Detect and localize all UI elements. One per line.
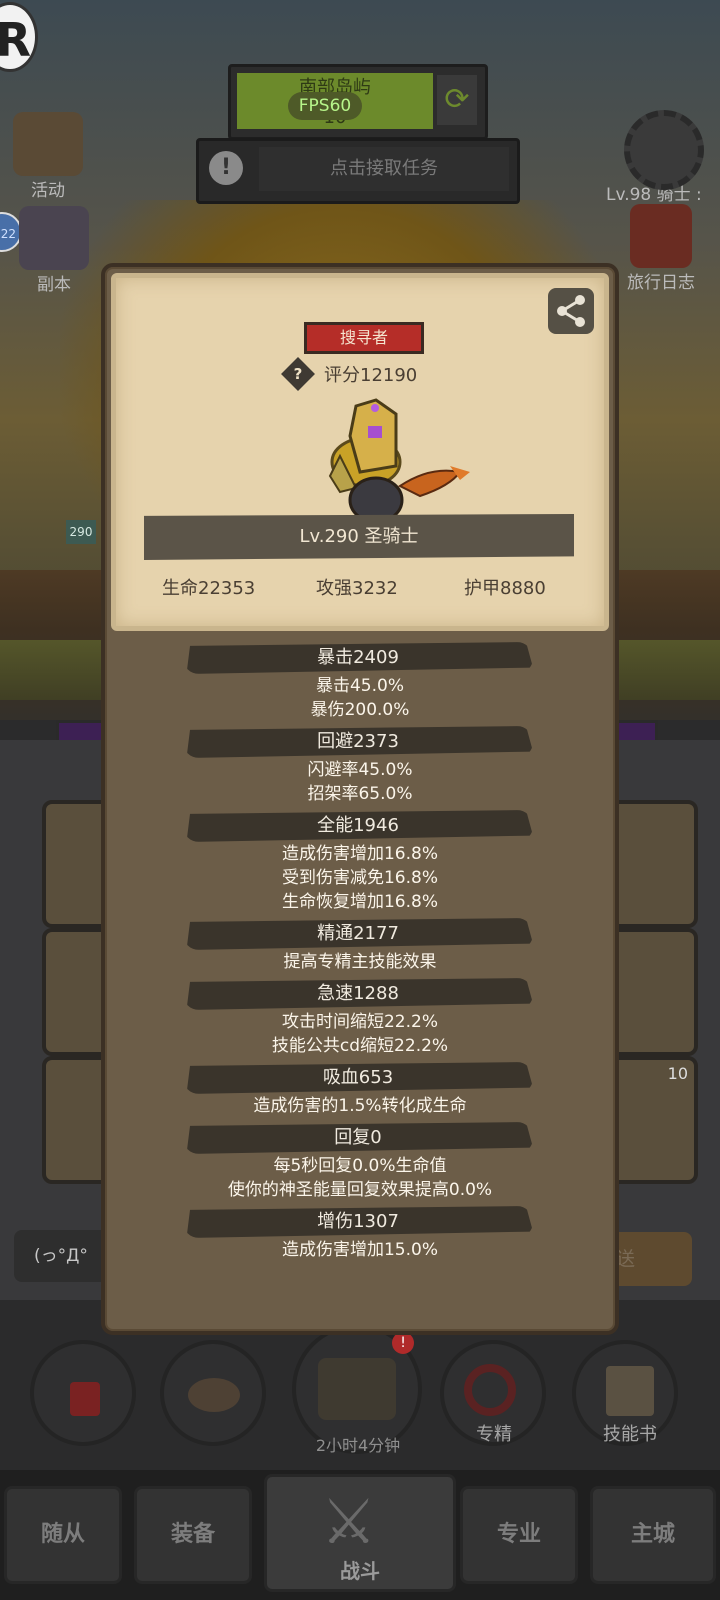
bread-button[interactable]	[160, 1340, 266, 1446]
skill-book-label: 技能书	[603, 1424, 657, 1445]
refresh-icon[interactable]: ⟳	[437, 75, 477, 125]
specialization-label: 专精	[476, 1424, 512, 1445]
tab-battle-label: 战斗	[340, 1559, 380, 1583]
attr-header-crit: 暴击2409	[186, 642, 533, 674]
attr-header-haste: 急速1288	[186, 978, 533, 1010]
bread-icon	[188, 1378, 240, 1412]
stat-attack-power: 攻强3232	[316, 578, 398, 599]
attr-line: 技能公共cd缩短22.2%	[271, 1036, 449, 1056]
attr-line: 提高专精主技能效果	[283, 952, 437, 972]
chest-timer: 2小时4分钟	[315, 1436, 401, 1455]
score-row: ? 评分12190	[281, 357, 418, 392]
travel-log-button[interactable]: 旅行日志	[616, 204, 706, 293]
score-value: 评分12190	[324, 365, 418, 386]
attr-line: 使你的神圣能量回复效果提高0.0%	[227, 1180, 493, 1200]
tab-equipment[interactable]: 装备	[134, 1486, 252, 1584]
dungeon-button[interactable]: 副本	[14, 206, 94, 295]
scroll-icon	[13, 112, 83, 176]
title-tag: 搜寻者	[304, 322, 424, 354]
potion-icon	[70, 1382, 100, 1416]
attr-line: 受到伤害减免16.8%	[281, 868, 438, 888]
chest-alert-badge: !	[392, 1332, 414, 1354]
share-button[interactable]	[548, 288, 594, 334]
tab-main-city[interactable]: 主城	[590, 1486, 716, 1584]
activity-button[interactable]: 活动	[8, 112, 88, 201]
attr-header-avoidance: 回避2373	[186, 726, 533, 758]
activity-label: 活动	[31, 181, 65, 201]
gear-icon[interactable]	[624, 110, 704, 190]
stat-hp: 生命22353	[162, 578, 256, 599]
attr-header-regen: 回复0	[186, 1122, 533, 1154]
potion-button[interactable]	[30, 1340, 136, 1446]
slot-count-badge: 10	[667, 1064, 688, 1083]
character-card: 搜寻者 ? 评分12190 Lv.290 圣骑士 生命22353 攻强3232 护…	[111, 273, 609, 631]
attr-line: 造成伤害增加16.8%	[281, 844, 438, 864]
paladin-avatar-image	[328, 398, 470, 524]
attr-line: 暴击45.0%	[315, 676, 404, 696]
attr-header-versatility: 全能1946	[186, 810, 533, 842]
tab-battle[interactable]: ⚔ 战斗	[264, 1474, 456, 1592]
send-button[interactable]: 送	[608, 1232, 692, 1286]
tab-profession[interactable]: 专业	[460, 1486, 578, 1584]
attr-line: 闪避率45.0%	[307, 760, 413, 780]
help-icon[interactable]: ?	[281, 357, 315, 391]
quest-panel[interactable]: ! 点击接取任务	[196, 138, 520, 204]
level-tag-small: 290	[66, 520, 96, 544]
portal-icon	[19, 206, 89, 270]
chat-input[interactable]: (っ°Д°	[14, 1230, 114, 1282]
skill-book-icon	[606, 1366, 654, 1416]
attr-line: 攻击时间缩短22.2%	[281, 1012, 438, 1032]
crossed-swords-icon: ⚔	[321, 1485, 377, 1558]
attr-line: 生命恢复增加16.8%	[281, 892, 438, 912]
attr-header-mastery: 精通2177	[186, 918, 533, 950]
fps-counter: FPS60	[288, 92, 362, 120]
chest-icon	[318, 1358, 396, 1420]
book-icon	[630, 204, 692, 268]
attr-line: 招架率65.0%	[307, 784, 413, 804]
travel-log-label: 旅行日志	[627, 273, 695, 293]
character-stats-popup: 搜寻者 ? 评分12190 Lv.290 圣骑士 生命22353 攻强3232 护…	[101, 263, 619, 1335]
attr-line: 造成伤害增加15.0%	[281, 1240, 438, 1260]
exclamation-icon: !	[209, 151, 243, 185]
attr-line: 每5秒回复0.0%生命值	[273, 1156, 447, 1176]
target-icon	[464, 1364, 516, 1416]
quest-prompt[interactable]: 点击接取任务	[259, 147, 509, 191]
attr-header-lifesteal: 吸血653	[186, 1062, 533, 1094]
tab-followers[interactable]: 随从	[4, 1486, 122, 1584]
hero-name-bar: Lv.290 圣骑士	[144, 514, 574, 560]
share-icon	[557, 295, 585, 327]
attr-line: 暴伤200.0%	[310, 700, 410, 720]
stat-armor: 护甲8880	[464, 578, 546, 599]
attr-header-damage-bonus: 增伤1307	[186, 1206, 533, 1238]
dungeon-label: 副本	[37, 275, 71, 295]
attr-line: 造成伤害的1.5%转化成生命	[253, 1096, 467, 1116]
